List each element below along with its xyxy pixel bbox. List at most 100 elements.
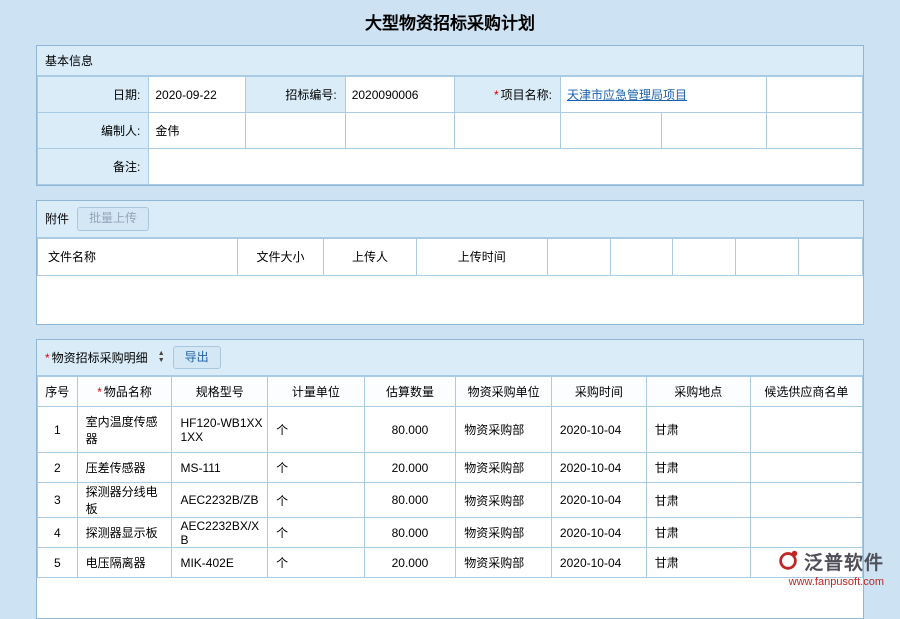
required-mark: *: [45, 351, 50, 365]
detail-row: 1 室内温度传感器 HF120-WB1XX1XX 个 80.000 物资采购部 …: [38, 407, 863, 453]
cell-qty: 20.000: [364, 453, 456, 483]
basic-info-row-2: 编制人: 金伟: [38, 113, 863, 149]
detail-panel: *物资招标采购明细 ▲ ▼ 导出 序号 *物品名称 规格型号 计量单位 估算数量…: [36, 339, 864, 619]
brand-name: 泛普软件: [804, 548, 884, 575]
cell-unit: 个: [268, 453, 365, 483]
basic-info-panel: 基本信息 日期: 2020-09-22 招标编号: 2020090006 *项目…: [36, 45, 864, 186]
batch-upload-button[interactable]: 批量上传: [77, 207, 149, 231]
attachments-header: 附件 批量上传: [37, 201, 863, 238]
detail-title: *物资招标采购明细: [45, 349, 148, 366]
bid-no-value: 2020090006: [345, 77, 455, 113]
cell-qty: 20.000: [364, 548, 456, 578]
cell-unit: 个: [268, 518, 365, 548]
col-est-qty: 估算数量: [364, 377, 456, 407]
col-file-size: 文件大小: [237, 238, 324, 275]
col-seq: 序号: [38, 377, 78, 407]
cell-unit: 个: [268, 483, 365, 518]
empty-cell: [610, 238, 673, 275]
page-title: 大型物资招标采购计划: [0, 0, 900, 45]
cell-seq: 3: [38, 483, 78, 518]
cell-dept: 物资采购部: [456, 548, 552, 578]
cell-suppliers: [750, 453, 862, 483]
project-label: *项目名称:: [455, 77, 561, 113]
detail-table: 序号 *物品名称 规格型号 计量单位 估算数量 物资采购单位 采购时间 采购地点…: [37, 376, 863, 578]
cell-seq: 1: [38, 407, 78, 453]
col-upload-time: 上传时间: [416, 238, 547, 275]
bid-no-label: 招标编号:: [245, 77, 345, 113]
cell-seq: 2: [38, 453, 78, 483]
cell-spec: MIK-402E: [172, 548, 268, 578]
empty-cell: [345, 113, 455, 149]
cell-dept: 物资采购部: [456, 518, 552, 548]
date-value: 2020-09-22: [149, 77, 246, 113]
cell-place: 甘肃: [646, 453, 750, 483]
export-button[interactable]: 导出: [173, 346, 221, 370]
cell-seq: 5: [38, 548, 78, 578]
date-label: 日期:: [38, 77, 149, 113]
remark-label: 备注:: [38, 149, 149, 185]
detail-header: *物资招标采购明细 ▲ ▼ 导出: [37, 340, 863, 377]
cell-item-name: 压差传感器: [77, 453, 172, 483]
basic-info-title: 基本信息: [45, 52, 93, 69]
empty-cell: [662, 113, 767, 149]
col-unit: 计量单位: [268, 377, 365, 407]
project-value-cell: 天津市应急管理局项目: [561, 77, 767, 113]
cell-qty: 80.000: [364, 518, 456, 548]
basic-info-table: 日期: 2020-09-22 招标编号: 2020090006 *项目名称: 天…: [37, 76, 863, 185]
cell-time: 2020-10-04: [551, 483, 646, 518]
cell-suppliers: [750, 483, 862, 518]
detail-row: 4 探测器显示板 AEC2232BX/XB 个 80.000 物资采购部 202…: [38, 518, 863, 548]
cell-suppliers: [750, 518, 862, 548]
basic-info-row-1: 日期: 2020-09-22 招标编号: 2020090006 *项目名称: 天…: [38, 77, 863, 113]
empty-cell: [735, 238, 799, 275]
cell-qty: 80.000: [364, 407, 456, 453]
attachments-table: 文件名称 文件大小 上传人 上传时间: [37, 238, 863, 276]
cell-place: 甘肃: [646, 518, 750, 548]
cell-dept: 物资采购部: [456, 453, 552, 483]
col-candidate-suppliers: 候选供应商名单: [750, 377, 862, 407]
col-spec-model: 规格型号: [172, 377, 268, 407]
empty-cell: [767, 77, 863, 113]
fanpu-logo-icon: [776, 548, 800, 575]
cell-unit: 个: [268, 548, 365, 578]
empty-cell: [673, 238, 736, 275]
cell-suppliers: [750, 407, 862, 453]
attachments-panel: 附件 批量上传 文件名称 文件大小 上传人 上传时间: [36, 200, 864, 325]
creator-value: 金伟: [149, 113, 246, 149]
col-file-name: 文件名称: [38, 238, 238, 275]
empty-cell: [799, 238, 863, 275]
cell-item-name: 探测器分线电板: [77, 483, 172, 518]
cell-time: 2020-10-04: [551, 407, 646, 453]
creator-label: 编制人:: [38, 113, 149, 149]
detail-header-row: 序号 *物品名称 规格型号 计量单位 估算数量 物资采购单位 采购时间 采购地点…: [38, 377, 863, 407]
sort-desc-icon: ▼: [158, 357, 165, 364]
remark-value: [149, 149, 863, 185]
empty-cell: [455, 113, 561, 149]
attachments-header-row: 文件名称 文件大小 上传人 上传时间: [38, 238, 863, 275]
empty-cell: [547, 238, 610, 275]
attachments-title: 附件: [45, 210, 69, 227]
required-mark: *: [494, 88, 499, 102]
empty-cell: [245, 113, 345, 149]
cell-time: 2020-10-04: [551, 548, 646, 578]
empty-cell: [561, 113, 662, 149]
sort-asc-icon: ▲: [158, 350, 165, 357]
col-purchase-place: 采购地点: [646, 377, 750, 407]
required-mark: *: [97, 385, 102, 399]
fanpu-watermark: 泛普软件 www.fanpusoft.com: [776, 548, 884, 588]
cell-spec: AEC2232B/ZB: [172, 483, 268, 518]
sort-icon[interactable]: ▲ ▼: [158, 350, 165, 364]
cell-unit: 个: [268, 407, 365, 453]
cell-spec: HF120-WB1XX1XX: [172, 407, 268, 453]
cell-item-name: 电压隔离器: [77, 548, 172, 578]
cell-time: 2020-10-04: [551, 453, 646, 483]
brand-url[interactable]: www.fanpusoft.com: [776, 576, 884, 588]
cell-item-name: 室内温度传感器: [77, 407, 172, 453]
cell-qty: 80.000: [364, 483, 456, 518]
detail-row: 3 探测器分线电板 AEC2232B/ZB 个 80.000 物资采购部 202…: [38, 483, 863, 518]
basic-info-header: 基本信息: [37, 46, 863, 76]
project-link[interactable]: 天津市应急管理局项目: [567, 88, 687, 102]
cell-spec: MS-111: [172, 453, 268, 483]
col-purchase-dept: 物资采购单位: [456, 377, 552, 407]
col-purchase-time: 采购时间: [551, 377, 646, 407]
